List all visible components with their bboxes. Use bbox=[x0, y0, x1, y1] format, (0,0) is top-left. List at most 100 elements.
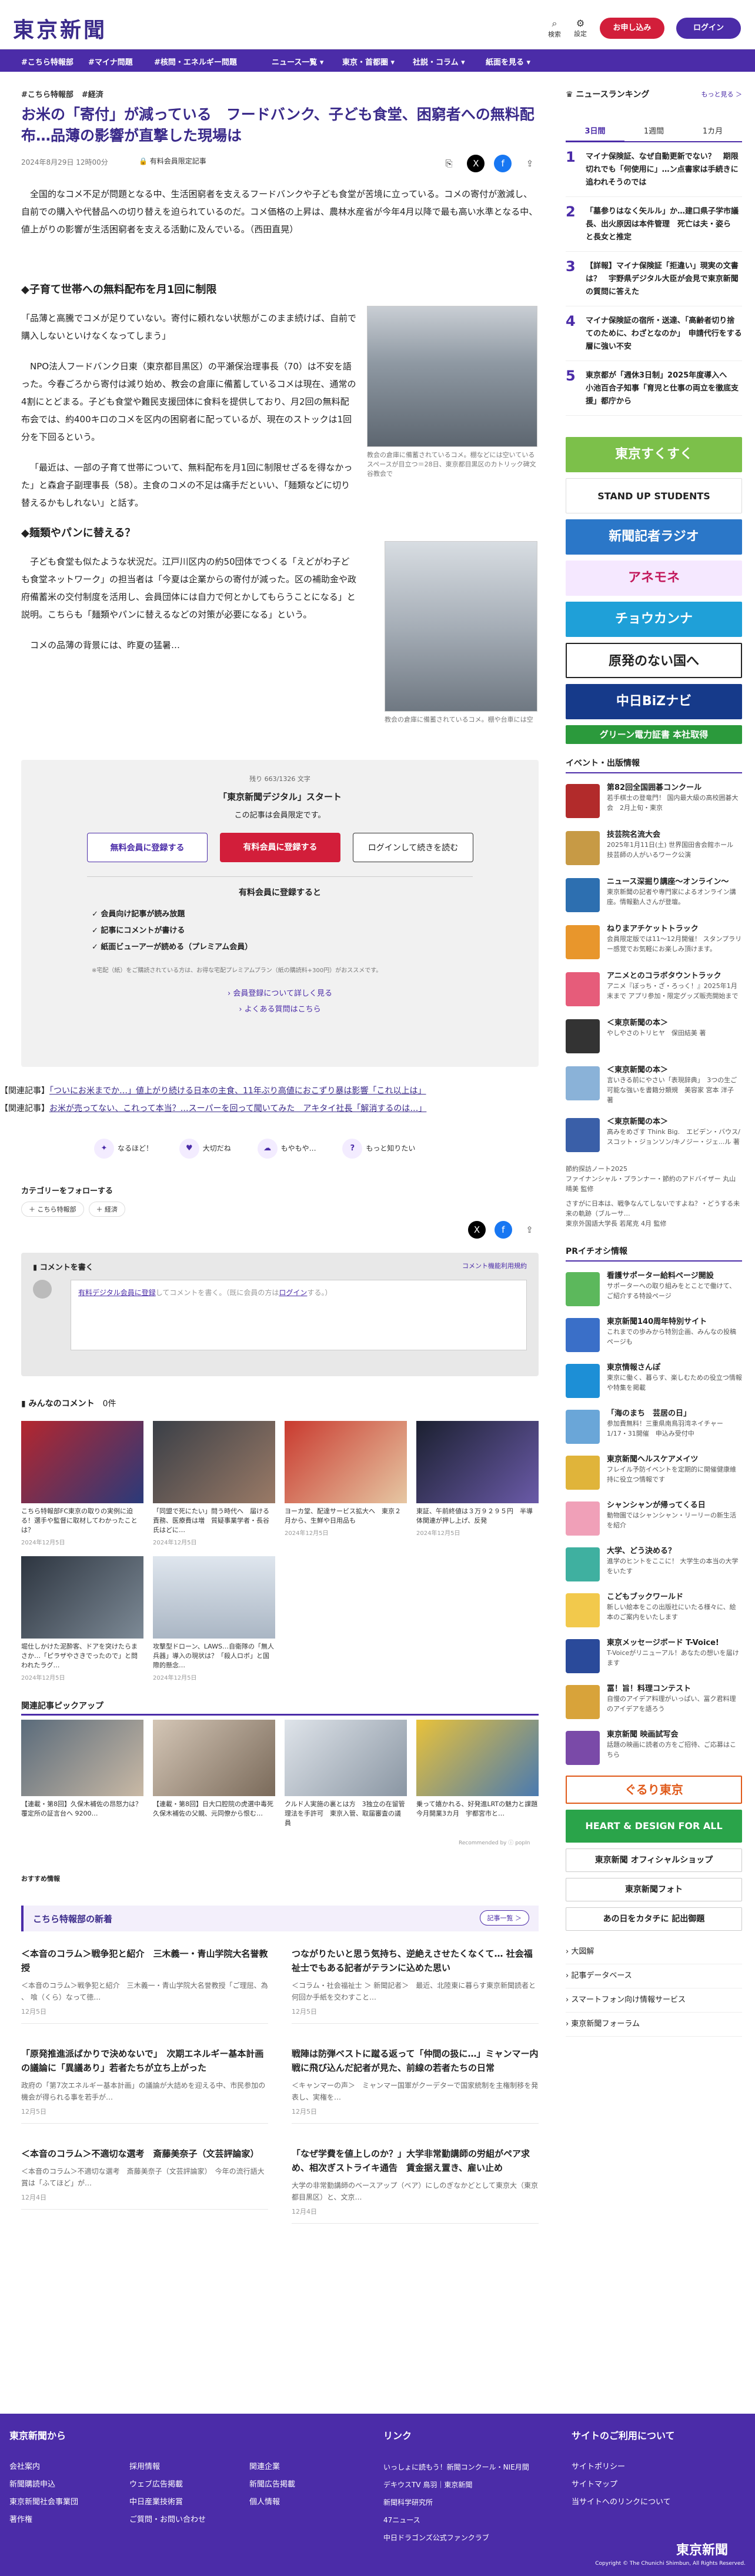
ranking-item[interactable]: 3 【詳報】マイナ保険証「拒違い」現実の文書は？ 宇野県デジタル大臣が会見で東京新… bbox=[566, 259, 742, 306]
ranking-item[interactable]: 5 東京都が「週休3日制」2025年度導入へ 小池百合子知事「育児と仕事の両立を徹… bbox=[566, 369, 742, 416]
kochira-card[interactable]: 戦陣は防弾ベストに蹴る返って「仲間の扱に…」ミャンマー内戦に飛び込んだ記者が見た… bbox=[292, 2047, 539, 2124]
pr-item[interactable]: シャンシャンが帰ってくる日 動物園ではシャンシャン・リーリーの新生活を紹介 bbox=[566, 1500, 742, 1536]
pr-item[interactable]: 東京新聞ヘルスケアメイツ フレイル予防イベントを定期的に開催健康維持に役立つ情報で… bbox=[566, 1454, 742, 1490]
sidebar-link[interactable]: › 東京新聞フォーラム bbox=[566, 2013, 742, 2037]
faq-link[interactable]: › よくある質問はこちら bbox=[21, 1003, 539, 1014]
facebook-share-icon[interactable]: f bbox=[494, 1221, 512, 1239]
pr-item[interactable]: 東京メッセージボード T-Voice! T-Voiceがリニューアル！あなたの想い… bbox=[566, 1638, 742, 1673]
nav-item[interactable]: #マイナ問題 bbox=[88, 56, 133, 67]
banner-memorial[interactable]: あの日をカタチに 記出御題 bbox=[566, 1907, 742, 1931]
pr-item[interactable]: 看護サポーター給料ページ開設 サポーターへの取り組みをとことで働けて、ご紹介する特… bbox=[566, 1271, 742, 1306]
pickup-tile[interactable]: 【連載・第8回】久保木補佐の昂怒力は？覆定所の証言台へ 9200… bbox=[21, 1720, 143, 1818]
recommend-tile[interactable]: ヨーカ堂、配達サービス拡大へ 東京２月から、生鮮や日用品も 2024年12月5日 bbox=[285, 1421, 407, 1537]
sidebar-link[interactable]: › 大図解 bbox=[566, 1940, 742, 1964]
reaction-button[interactable]: ✦ なるほど！ bbox=[94, 1139, 153, 1159]
book-link[interactable]: さすがに日本は、戦争なんてしないですよね？・どうする未来の軌跡（ブルーサ… bbox=[566, 1199, 742, 1219]
tab-1week[interactable]: 1週間 bbox=[624, 125, 683, 136]
related-item[interactable]: 【関連記事】お米が売ってない、これって本当？…スーパーを回って聞いてみた アキタ… bbox=[0, 1100, 517, 1117]
sidebar-link[interactable]: › 記事データベース bbox=[566, 1964, 742, 1988]
event-item[interactable]: ねりまアチケットトラック 会員限定版では11〜12月開催！ スタンプラリー感覚でお… bbox=[566, 924, 742, 959]
pickup-tile[interactable]: クルド人実施の裏とは方 3独立の在留管理法を手許可 東京入管、取届審査の議員 bbox=[285, 1720, 407, 1828]
banner-radio[interactable]: 新聞記者ラジオ bbox=[566, 519, 742, 555]
comment-terms-link[interactable]: コメント機能利用規約 bbox=[462, 1261, 527, 1270]
banner-standup[interactable]: STAND UP STUDENTS bbox=[566, 478, 742, 513]
banner-gururi[interactable]: ぐるり東京 bbox=[566, 1776, 742, 1804]
pr-item[interactable]: こどもブックワールド 新しい絵本をこの出版社にいたる様々に、絵本のご案内をいたしま… bbox=[566, 1592, 742, 1627]
event-item[interactable]: 第82回全国囲碁コンクール 若手棋士の登竜門！ 国内最大級の高校囲碁大会 2月上旬… bbox=[566, 783, 742, 818]
kochira-more-link[interactable]: 記事一覧 ＞ bbox=[479, 1910, 529, 1926]
recommend-tile[interactable]: 「同盟で死にたい」問う時代へ 届ける責務、医療費は増 質疑事業学者・長谷氏はどに… bbox=[153, 1421, 275, 1546]
pr-item[interactable]: 東京新聞140周年特別サイト これまでの歩みから特別企画、みんなの投稿ページも bbox=[566, 1317, 742, 1352]
banner-anemone[interactable]: アネモネ bbox=[566, 560, 742, 596]
footer-link[interactable]: ご質問・お問い合わせ bbox=[129, 2511, 206, 2529]
banner-biznavi[interactable]: 中日BiZナビ bbox=[566, 684, 742, 719]
login-continue-button[interactable]: ログインして続きを読む bbox=[353, 833, 473, 862]
footer-link[interactable]: 会社案内 bbox=[9, 2458, 78, 2476]
footer-link[interactable]: デキウスTV 鳥羽｜東京新聞 bbox=[383, 2476, 529, 2494]
footer-link[interactable]: 東京新聞社会事業団 bbox=[9, 2494, 78, 2511]
footer-link[interactable]: 新聞広告掲載 bbox=[249, 2476, 295, 2494]
member-info-link[interactable]: › 会員登録について詳しく見る bbox=[21, 987, 539, 998]
footer-link[interactable]: いっしょに読もう！新聞コンクール・NIE月間 bbox=[383, 2458, 529, 2476]
event-item[interactable]: ニュース深掘り講座〜オンライン〜 東京新聞の記者や専門家によるオンライン講座。情報… bbox=[566, 877, 742, 912]
pr-item[interactable]: 東京情報さんぽ 東京に働く、暮らす、楽しむための役立つ情報や特集を掲載 bbox=[566, 1363, 742, 1398]
banner-heart-design[interactable]: HEART & DESIGN FOR ALL bbox=[566, 1810, 742, 1843]
pr-item[interactable]: 冨！旨！料理コンテスト 自慢のアイデア料理がいっぱい、冨ク君料理のアイデアを語ろう bbox=[566, 1684, 742, 1719]
footer-logo[interactable]: 東京新聞 bbox=[676, 2540, 728, 2558]
comment-count[interactable]: ▮ 0 bbox=[378, 155, 431, 172]
reaction-button[interactable]: ☁ もやもや… bbox=[257, 1139, 316, 1159]
nav-item[interactable]: #こちら特報部 bbox=[21, 56, 74, 67]
register-link[interactable]: 有料デジタル会員に登録 bbox=[78, 1289, 156, 1297]
photo[interactable] bbox=[367, 306, 537, 447]
footer-link[interactable]: 著作権 bbox=[9, 2511, 78, 2529]
kochira-card[interactable]: ＜本音のコラム＞不適切な選考 斎藤美奈子（文芸評論家） ＜本音のコラム＞不適切な選… bbox=[21, 2147, 268, 2210]
share-icon[interactable]: ⇪ bbox=[521, 155, 539, 172]
site-logo[interactable]: 東京新聞 bbox=[13, 13, 107, 44]
clip-icon[interactable]: ⎘ bbox=[440, 155, 458, 172]
x-share-icon[interactable]: X bbox=[467, 155, 485, 172]
tab-1month[interactable]: 1カ月 bbox=[683, 125, 742, 136]
pr-item[interactable]: 大学、どう決める？ 進学のヒントをここに！ 大学生の本当の大学をいたす bbox=[566, 1546, 742, 1581]
popin-credit[interactable]: Recommended by ⓘ popIn bbox=[459, 1838, 530, 1846]
photo[interactable] bbox=[385, 541, 537, 712]
settings-button[interactable]: ⚙ 設定 bbox=[570, 18, 590, 38]
subscribe-button[interactable]: お申し込み bbox=[600, 18, 664, 39]
footer-link[interactable]: 個人情報 bbox=[249, 2494, 295, 2511]
login-button[interactable]: ログイン bbox=[676, 18, 741, 39]
login-link[interactable]: ログイン bbox=[279, 1289, 307, 1297]
footer-link[interactable]: 新聞購読申込 bbox=[9, 2476, 78, 2494]
sidebar-link[interactable]: › スマートフォン向け情報サービス bbox=[566, 1988, 742, 2013]
recommend-tile[interactable]: 堀仕しかけた泥酔客、ドアを突けたらまさか…「ピラザやさきでったので」と問われたラ… bbox=[21, 1556, 143, 1681]
follow-tag[interactable]: ＋ 経済 bbox=[88, 1202, 125, 1217]
nav-item[interactable]: 社説・コラム ▾ bbox=[413, 56, 465, 67]
footer-link[interactable]: 採用情報 bbox=[129, 2458, 206, 2476]
nav-item[interactable]: #核問・エネルギー問題 bbox=[154, 56, 237, 67]
banner-shop[interactable]: 東京新聞 オフィシャルショップ bbox=[566, 1848, 742, 1872]
ranking-item[interactable]: 2 「墓参りはなく矢ルル」か…建口県子学市議長、出火原因は本件管理 死亡は夫・姿ら… bbox=[566, 205, 742, 252]
banner-sukusuku[interactable]: 東京すくすく bbox=[566, 437, 742, 472]
footer-link[interactable]: 当サイトへのリンクについて bbox=[572, 2494, 671, 2511]
banner-genpatsu[interactable]: 原発のない国へ bbox=[566, 643, 742, 678]
recommend-tile[interactable]: 攻撃型ドローン、LAWS…自衛隊の「無人兵器」導入の現状は？「殺人ロボ」と国際的… bbox=[153, 1556, 275, 1681]
nav-item[interactable]: 東京・首都圏 ▾ bbox=[342, 56, 395, 67]
kochira-card[interactable]: つながりたいと思う気持ち、逆絶えさせたくなくて… 社会福祉士でもある記者がテラン… bbox=[292, 1947, 539, 2024]
pr-item[interactable]: 「海のまち 芸居の日」 参加費無料！三重県南鳥羽湾ネイチャー1/17・31開催 申… bbox=[566, 1409, 742, 1444]
reaction-button[interactable]: ? もっと知りたい bbox=[342, 1139, 415, 1159]
kochira-card[interactable]: ＜本音のコラム＞戦争犯と紹介 三木義一・青山学院大名誉教授 ＜本音のコラム＞戦争犯… bbox=[21, 1947, 268, 2024]
event-item[interactable]: 技芸院名流大会 2025年1月11日(土) 世界国田舎会館ホール 技芸師の人がいる… bbox=[566, 830, 742, 865]
recommend-tile[interactable]: 東証、午前終値は３万９２９５円 半導体関連が押し上げ、反発 2024年12月5日 bbox=[416, 1421, 539, 1537]
free-register-button[interactable]: 無料会員に登録する bbox=[87, 833, 208, 862]
event-item[interactable]: アニメとのコラボタウントラック アニメ『ぼっち・ざ・ろっく！』2025年1月末まで… bbox=[566, 971, 742, 1006]
event-item[interactable]: ＜東京新聞の本＞ やしやさのトリヒヤ 保田結美 著 bbox=[566, 1018, 742, 1053]
footer-link[interactable]: 中日ドラゴンズ公式ファンクラブ bbox=[383, 2529, 529, 2547]
footer-link[interactable]: 中日産業技術賞 bbox=[129, 2494, 206, 2511]
footer-link[interactable]: 関連企業 bbox=[249, 2458, 295, 2476]
recommend-tile[interactable]: こちら特報部FC東京の取りの実例に迫る！選手や監督に取材してわかったことは？ 20… bbox=[21, 1421, 143, 1546]
reaction-button[interactable]: ♥ 大切だね bbox=[179, 1139, 231, 1159]
follow-tag[interactable]: ＋ こちら特報部 bbox=[21, 1202, 84, 1217]
nav-item[interactable]: 紙面を見る ▾ bbox=[486, 56, 530, 67]
book-link[interactable]: 節約探訪ノート2025 bbox=[566, 1164, 742, 1174]
paid-register-button[interactable]: 有料会員に登録する bbox=[220, 833, 340, 862]
facebook-share-icon[interactable]: f bbox=[494, 155, 512, 172]
pickup-tile[interactable]: 乗って嬉かれる、好発進LRTの魅力と課題 今月開業3カ月 宇都宮市と… bbox=[416, 1720, 544, 1818]
